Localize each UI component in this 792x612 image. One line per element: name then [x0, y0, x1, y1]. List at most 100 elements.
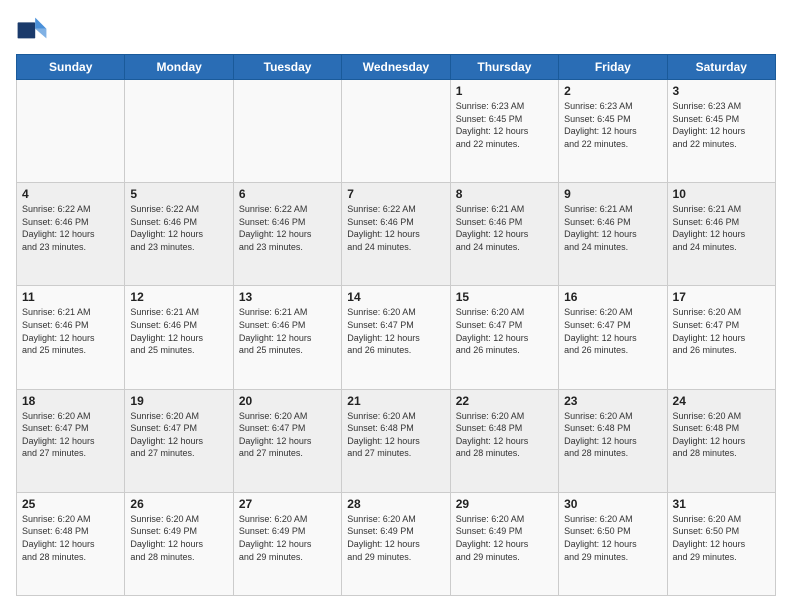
- day-info: Sunrise: 6:20 AM Sunset: 6:47 PM Dayligh…: [456, 306, 553, 356]
- calendar-cell: 31 Sunrise: 6:20 AM Sunset: 6:50 PM Dayli…: [667, 492, 775, 595]
- calendar-cell: 23Sunrise: 6:20 AM Sunset: 6:48 PM Dayli…: [559, 389, 667, 492]
- day-info: Sunrise: 6:23 AM Sunset: 6:45 PM Dayligh…: [564, 100, 661, 150]
- day-number: 24: [673, 394, 770, 408]
- week-row-3: 18 Sunrise: 6:20 AM Sunset: 6:47 PM Dayli…: [17, 389, 776, 492]
- calendar-cell: 10 Sunrise: 6:21 AM Sunset: 6:46 PM Dayli…: [667, 183, 775, 286]
- day-number: 27: [239, 497, 336, 511]
- day-number: 21: [347, 394, 444, 408]
- day-info: Sunrise: 6:21 AM Sunset: 6:46 PM Dayligh…: [130, 306, 227, 356]
- week-row-0: 1 Sunrise: 6:23 AM Sunset: 6:45 PM Daylig…: [17, 80, 776, 183]
- day-info: Sunrise: 6:20 AM Sunset: 6:49 PM Dayligh…: [130, 513, 227, 563]
- day-info: Sunrise: 6:20 AM Sunset: 6:47 PM Dayligh…: [239, 410, 336, 460]
- day-info: Sunrise: 6:20 AM Sunset: 6:50 PM Dayligh…: [673, 513, 770, 563]
- day-number: 16: [564, 290, 661, 304]
- day-info: Sunrise: 6:21 AM Sunset: 6:46 PM Dayligh…: [456, 203, 553, 253]
- calendar-table: SundayMondayTuesdayWednesdayThursdayFrid…: [16, 54, 776, 596]
- week-row-2: 11Sunrise: 6:21 AM Sunset: 6:46 PM Dayli…: [17, 286, 776, 389]
- day-number: 28: [347, 497, 444, 511]
- week-row-4: 25 Sunrise: 6:20 AM Sunset: 6:48 PM Dayli…: [17, 492, 776, 595]
- calendar-cell: 11Sunrise: 6:21 AM Sunset: 6:46 PM Dayli…: [17, 286, 125, 389]
- day-number: 8: [456, 187, 553, 201]
- day-number: 9: [564, 187, 661, 201]
- week-row-1: 4 Sunrise: 6:22 AM Sunset: 6:46 PM Daylig…: [17, 183, 776, 286]
- calendar-cell: 15 Sunrise: 6:20 AM Sunset: 6:47 PM Dayli…: [450, 286, 558, 389]
- calendar-cell: 16 Sunrise: 6:20 AM Sunset: 6:47 PM Dayli…: [559, 286, 667, 389]
- calendar-cell: 6 Sunrise: 6:22 AM Sunset: 6:46 PM Daylig…: [233, 183, 341, 286]
- calendar-cell: [233, 80, 341, 183]
- calendar-cell: 9 Sunrise: 6:21 AM Sunset: 6:46 PM Daylig…: [559, 183, 667, 286]
- calendar-cell: 28 Sunrise: 6:20 AM Sunset: 6:49 PM Dayli…: [342, 492, 450, 595]
- calendar-cell: 27 Sunrise: 6:20 AM Sunset: 6:49 PM Dayli…: [233, 492, 341, 595]
- day-number: 5: [130, 187, 227, 201]
- day-info: Sunrise: 6:20 AM Sunset: 6:47 PM Dayligh…: [347, 306, 444, 356]
- day-info: Sunrise: 6:20 AM Sunset: 6:49 PM Dayligh…: [347, 513, 444, 563]
- day-info: Sunrise: 6:20 AM Sunset: 6:48 PM Dayligh…: [22, 513, 119, 563]
- day-info: Sunrise: 6:22 AM Sunset: 6:46 PM Dayligh…: [239, 203, 336, 253]
- day-number: 12: [130, 290, 227, 304]
- header-day-sunday: Sunday: [17, 55, 125, 80]
- day-info: Sunrise: 6:20 AM Sunset: 6:47 PM Dayligh…: [564, 306, 661, 356]
- calendar-cell: 12 Sunrise: 6:21 AM Sunset: 6:46 PM Dayli…: [125, 286, 233, 389]
- calendar-cell: 29Sunrise: 6:20 AM Sunset: 6:49 PM Dayli…: [450, 492, 558, 595]
- calendar-header: SundayMondayTuesdayWednesdayThursdayFrid…: [17, 55, 776, 80]
- day-info: Sunrise: 6:20 AM Sunset: 6:47 PM Dayligh…: [22, 410, 119, 460]
- day-number: 13: [239, 290, 336, 304]
- day-number: 18: [22, 394, 119, 408]
- calendar-cell: 19Sunrise: 6:20 AM Sunset: 6:47 PM Dayli…: [125, 389, 233, 492]
- day-number: 7: [347, 187, 444, 201]
- header-day-thursday: Thursday: [450, 55, 558, 80]
- calendar-cell: 21 Sunrise: 6:20 AM Sunset: 6:48 PM Dayli…: [342, 389, 450, 492]
- calendar-cell: 30Sunrise: 6:20 AM Sunset: 6:50 PM Dayli…: [559, 492, 667, 595]
- page: SundayMondayTuesdayWednesdayThursdayFrid…: [0, 0, 792, 612]
- day-info: Sunrise: 6:20 AM Sunset: 6:48 PM Dayligh…: [673, 410, 770, 460]
- day-number: 19: [130, 394, 227, 408]
- day-info: Sunrise: 6:20 AM Sunset: 6:49 PM Dayligh…: [456, 513, 553, 563]
- day-info: Sunrise: 6:23 AM Sunset: 6:45 PM Dayligh…: [456, 100, 553, 150]
- calendar-body: 1 Sunrise: 6:23 AM Sunset: 6:45 PM Daylig…: [17, 80, 776, 596]
- calendar-cell: 22 Sunrise: 6:20 AM Sunset: 6:48 PM Dayli…: [450, 389, 558, 492]
- calendar-cell: 1 Sunrise: 6:23 AM Sunset: 6:45 PM Daylig…: [450, 80, 558, 183]
- day-info: Sunrise: 6:22 AM Sunset: 6:46 PM Dayligh…: [130, 203, 227, 253]
- day-info: Sunrise: 6:20 AM Sunset: 6:49 PM Dayligh…: [239, 513, 336, 563]
- calendar-cell: 25 Sunrise: 6:20 AM Sunset: 6:48 PM Dayli…: [17, 492, 125, 595]
- day-info: Sunrise: 6:21 AM Sunset: 6:46 PM Dayligh…: [239, 306, 336, 356]
- day-number: 31: [673, 497, 770, 511]
- header-day-saturday: Saturday: [667, 55, 775, 80]
- day-number: 1: [456, 84, 553, 98]
- day-info: Sunrise: 6:21 AM Sunset: 6:46 PM Dayligh…: [673, 203, 770, 253]
- logo: [16, 16, 52, 44]
- day-number: 15: [456, 290, 553, 304]
- day-info: Sunrise: 6:22 AM Sunset: 6:46 PM Dayligh…: [347, 203, 444, 253]
- day-number: 10: [673, 187, 770, 201]
- day-number: 25: [22, 497, 119, 511]
- calendar-cell: [17, 80, 125, 183]
- calendar-cell: 20Sunrise: 6:20 AM Sunset: 6:47 PM Dayli…: [233, 389, 341, 492]
- calendar-cell: 4 Sunrise: 6:22 AM Sunset: 6:46 PM Daylig…: [17, 183, 125, 286]
- day-number: 3: [673, 84, 770, 98]
- day-number: 30: [564, 497, 661, 511]
- day-info: Sunrise: 6:23 AM Sunset: 6:45 PM Dayligh…: [673, 100, 770, 150]
- day-number: 4: [22, 187, 119, 201]
- day-number: 6: [239, 187, 336, 201]
- day-number: 14: [347, 290, 444, 304]
- calendar-cell: 5 Sunrise: 6:22 AM Sunset: 6:46 PM Daylig…: [125, 183, 233, 286]
- calendar-cell: [125, 80, 233, 183]
- calendar-cell: 8 Sunrise: 6:21 AM Sunset: 6:46 PM Daylig…: [450, 183, 558, 286]
- calendar-cell: [342, 80, 450, 183]
- header-row: SundayMondayTuesdayWednesdayThursdayFrid…: [17, 55, 776, 80]
- calendar-cell: 2 Sunrise: 6:23 AM Sunset: 6:45 PM Daylig…: [559, 80, 667, 183]
- calendar-cell: 13 Sunrise: 6:21 AM Sunset: 6:46 PM Dayli…: [233, 286, 341, 389]
- day-info: Sunrise: 6:20 AM Sunset: 6:48 PM Dayligh…: [564, 410, 661, 460]
- day-info: Sunrise: 6:22 AM Sunset: 6:46 PM Dayligh…: [22, 203, 119, 253]
- day-number: 22: [456, 394, 553, 408]
- calendar-cell: 24 Sunrise: 6:20 AM Sunset: 6:48 PM Dayli…: [667, 389, 775, 492]
- header-day-monday: Monday: [125, 55, 233, 80]
- day-number: 26: [130, 497, 227, 511]
- day-info: Sunrise: 6:20 AM Sunset: 6:48 PM Dayligh…: [456, 410, 553, 460]
- calendar-cell: 14 Sunrise: 6:20 AM Sunset: 6:47 PM Dayli…: [342, 286, 450, 389]
- logo-icon: [16, 16, 48, 44]
- day-info: Sunrise: 6:20 AM Sunset: 6:48 PM Dayligh…: [347, 410, 444, 460]
- day-number: 2: [564, 84, 661, 98]
- day-info: Sunrise: 6:21 AM Sunset: 6:46 PM Dayligh…: [564, 203, 661, 253]
- calendar-cell: 7 Sunrise: 6:22 AM Sunset: 6:46 PM Daylig…: [342, 183, 450, 286]
